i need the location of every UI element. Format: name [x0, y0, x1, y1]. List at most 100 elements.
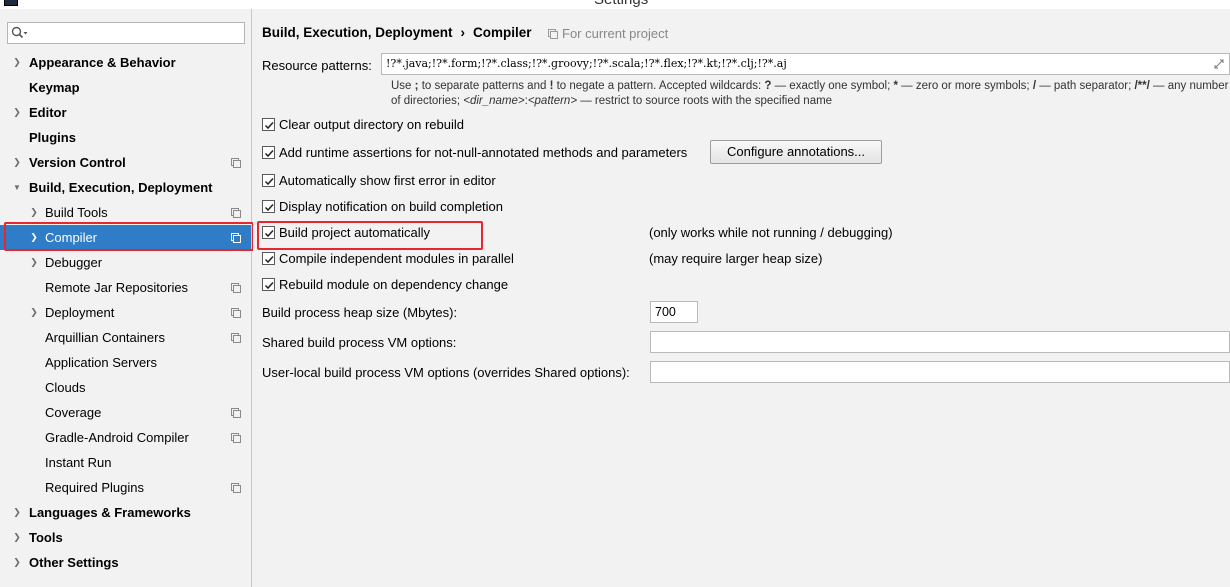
sidebar-item-label: Languages & Frameworks: [29, 505, 191, 520]
sidebar-item[interactable]: ❯ Debugger: [0, 250, 251, 275]
resource-patterns-input[interactable]: !?*.java;!?*.form;!?*.class;!?*.groovy;!…: [381, 53, 1230, 75]
checkbox-label: Display notification on build completion: [279, 199, 504, 214]
sidebar-item[interactable]: ❯ Editor: [0, 100, 251, 125]
breadcrumb: Build, Execution, Deployment › Compiler: [262, 25, 532, 40]
project-scope-icon: [548, 29, 558, 39]
sidebar-item-label: Required Plugins: [45, 480, 145, 495]
checkbox-label: Add runtime assertions for not-null-anno…: [279, 145, 688, 160]
sidebar-item-label: Other Settings: [29, 555, 119, 570]
heap-size-input[interactable]: 700: [650, 301, 698, 323]
project-scope-icon: [231, 433, 241, 443]
sidebar-item[interactable]: Gradle-Android Compiler: [0, 425, 251, 450]
configure-annotations-button[interactable]: Configure annotations...: [710, 140, 882, 164]
sidebar-item[interactable]: ❯ Compiler: [0, 225, 251, 250]
checkbox-label: Compile independent modules in parallel: [279, 251, 514, 266]
show-first-error-checkbox[interactable]: [262, 174, 275, 187]
project-scope-icon: [231, 408, 241, 418]
checkbox-label: Clear output directory on rebuild: [279, 117, 464, 132]
project-scope-icon: [231, 308, 241, 318]
shared-vm-options-input[interactable]: [650, 331, 1230, 353]
sidebar-item-label: Clouds: [45, 380, 86, 395]
chevron-right-icon[interactable]: ❯: [11, 500, 23, 525]
sidebar-item[interactable]: Plugins: [0, 125, 251, 150]
sidebar-item-label: Tools: [29, 530, 63, 545]
runtime-assertions-checkbox[interactable]: [262, 146, 275, 159]
sidebar-item[interactable]: ❯ Deployment: [0, 300, 251, 325]
sidebar-item-label: Remote Jar Repositories: [45, 280, 189, 295]
chevron-right-icon[interactable]: ❯: [28, 300, 40, 325]
sidebar-item-label: Version Control: [29, 155, 126, 170]
sidebar-item[interactable]: ❯ Build Tools: [0, 200, 251, 225]
sidebar-item[interactable]: ❯ Version Control: [0, 150, 251, 175]
chevron-right-icon[interactable]: ❯: [11, 100, 23, 125]
shared-vm-options-label: Shared build process VM options:: [262, 335, 457, 350]
search-input[interactable]: [30, 25, 240, 41]
chevron-right-icon[interactable]: ❯: [28, 250, 40, 275]
resource-patterns-hint: Use ; to separate patterns and ! to nega…: [391, 80, 1229, 107]
option-note: (only works while not running / debuggin…: [649, 225, 893, 240]
heap-size-label: Build process heap size (Mbytes):: [262, 305, 458, 320]
chevron-right-icon[interactable]: ❯: [28, 200, 40, 225]
option-note: (may require larger heap size): [649, 251, 823, 266]
sidebar-item[interactable]: Required Plugins: [0, 475, 251, 500]
project-scope-icon: [231, 333, 241, 343]
sidebar-item[interactable]: ❯ Tools: [0, 525, 251, 550]
chevron-right-icon[interactable]: ❯: [11, 50, 23, 75]
sidebar-item-label: Keymap: [29, 80, 80, 95]
breadcrumb-current: Compiler: [473, 25, 532, 40]
settings-search[interactable]: [7, 22, 245, 44]
sidebar-item-label: Plugins: [29, 130, 76, 145]
chevron-right-icon[interactable]: ❯: [11, 550, 23, 575]
expand-icon[interactable]: [1213, 58, 1225, 70]
resource-patterns-label: Resource patterns:: [262, 58, 372, 73]
sidebar-item-label: Build, Execution, Deployment: [29, 180, 213, 195]
chevron-right-icon[interactable]: ❯: [11, 150, 23, 175]
sidebar-item-label: Deployment: [45, 305, 115, 320]
project-scope-icon: [231, 283, 241, 293]
scope-indicator: For current project: [548, 26, 668, 41]
display-notification-checkbox[interactable]: [262, 200, 275, 213]
resource-patterns-value: !?*.java;!?*.form;!?*.class;!?*.groovy;!…: [386, 57, 787, 70]
settings-sidebar: ❯ Appearance & Behavior Keymap ❯ Editor Plugi…: [0, 9, 252, 587]
chevron-right-icon[interactable]: ❯: [28, 225, 40, 250]
sidebar-item[interactable]: ❯ Languages & Frameworks: [0, 500, 251, 525]
parallel-compile-checkbox[interactable]: [262, 252, 275, 265]
heap-size-value: 700: [655, 305, 676, 319]
app-icon: [4, 0, 18, 6]
sidebar-item[interactable]: Coverage: [0, 400, 251, 425]
checkbox-label: Rebuild module on dependency change: [279, 277, 509, 292]
rebuild-on-dependency-checkbox[interactable]: [262, 278, 275, 291]
window-title: Settings: [594, 0, 648, 8]
sidebar-item[interactable]: ❯ Other Settings: [0, 550, 251, 575]
project-scope-icon: [231, 208, 241, 218]
checkbox-label: Build project automatically: [279, 225, 431, 240]
scope-label: For current project: [562, 26, 669, 41]
sidebar-item[interactable]: ▼ Build, Execution, Deployment: [0, 175, 251, 200]
sidebar-item[interactable]: Instant Run: [0, 450, 251, 475]
sidebar-item-label: Compiler: [45, 230, 98, 245]
sidebar-item-label: Coverage: [45, 405, 102, 420]
chevron-down-icon[interactable]: ▼: [11, 175, 23, 200]
sidebar-item[interactable]: Clouds: [0, 375, 251, 400]
breadcrumb-separator: ›: [460, 25, 466, 40]
clear-output-checkbox[interactable]: [262, 118, 275, 131]
sidebar-item-label: Application Servers: [45, 355, 157, 370]
project-scope-icon: [231, 483, 241, 493]
sidebar-item-label: Gradle-Android Compiler: [45, 430, 189, 445]
sidebar-item[interactable]: Application Servers: [0, 350, 251, 375]
checkbox-label: Automatically show first error in editor: [279, 173, 496, 188]
sidebar-item[interactable]: Remote Jar Repositories: [0, 275, 251, 300]
chevron-right-icon[interactable]: ❯: [11, 525, 23, 550]
sidebar-item-label: Appearance & Behavior: [29, 55, 176, 70]
sidebar-item-label: Debugger: [45, 255, 103, 270]
build-automatically-checkbox[interactable]: [262, 226, 275, 239]
sidebar-item[interactable]: ❯ Appearance & Behavior: [0, 50, 251, 75]
sidebar-item-label: Editor: [29, 105, 67, 120]
local-vm-options-input[interactable]: [650, 361, 1230, 383]
project-scope-icon: [231, 158, 241, 168]
compiler-settings-panel: Build, Execution, Deployment › Compiler Fo…: [253, 9, 1230, 587]
sidebar-item[interactable]: Arquillian Containers: [0, 325, 251, 350]
sidebar-item[interactable]: Keymap: [0, 75, 251, 100]
sidebar-item-label: Arquillian Containers: [45, 330, 165, 345]
breadcrumb-parent: Build, Execution, Deployment: [262, 25, 453, 40]
